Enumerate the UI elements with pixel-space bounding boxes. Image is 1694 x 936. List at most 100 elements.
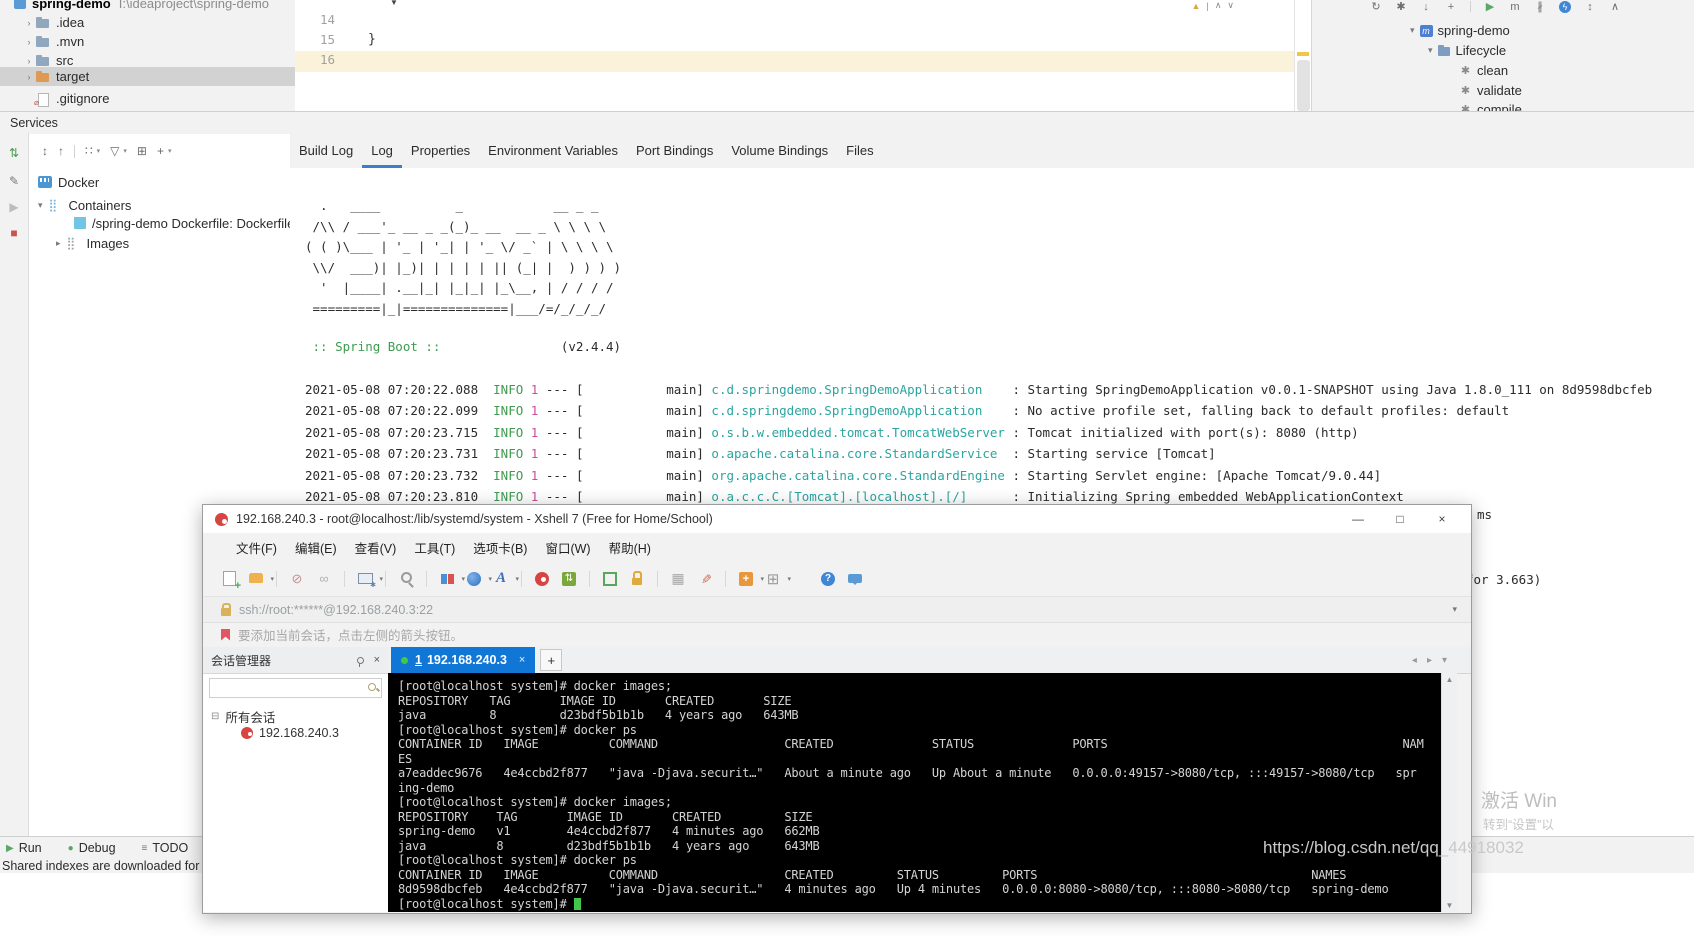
tab-files[interactable]: Files bbox=[837, 133, 882, 168]
services-item[interactable]: /spring-demo Dockerfile: Dockerfile bbox=[74, 213, 294, 233]
chat-icon[interactable] bbox=[845, 569, 865, 589]
maven-item-spring-demo[interactable]: ▾mspring-demo bbox=[1410, 21, 1510, 40]
terminal-tab-active[interactable]: 1 192.168.240.3 × bbox=[391, 647, 535, 673]
web-browser-icon[interactable]: ▾ bbox=[464, 569, 484, 589]
scroll-down-icon[interactable]: ▼ bbox=[1442, 901, 1457, 910]
add-icon[interactable]: + bbox=[1445, 1, 1457, 13]
tab-volume-bindings[interactable]: Volume Bindings bbox=[722, 133, 837, 168]
menu-帮助(H)[interactable]: 帮助(H) bbox=[602, 538, 658, 557]
stop-icon[interactable]: ■ bbox=[0, 226, 28, 240]
maximize-button[interactable]: □ bbox=[1379, 505, 1421, 533]
services-toolwindow-header[interactable]: Services bbox=[0, 111, 1694, 134]
terminal-scrollbar[interactable]: ▲ ▼ bbox=[1441, 673, 1457, 912]
debug-toolwindow-button[interactable]: ●Debug bbox=[68, 841, 116, 855]
layout-compose-icon[interactable]: ▾ bbox=[437, 569, 457, 589]
run-toolwindow-button[interactable]: ▶Run bbox=[6, 841, 42, 855]
fold-marker-icon[interactable]: ▼ bbox=[390, 0, 398, 7]
project-item-.gitignore[interactable]: .gitignore bbox=[0, 89, 295, 108]
project-root-row[interactable]: spring-demo I:\ideaproject\spring-demo bbox=[14, 0, 269, 12]
session-search-input[interactable] bbox=[209, 678, 382, 698]
group-by-icon[interactable]: ∷ bbox=[85, 144, 93, 158]
tab-port-bindings[interactable]: Port Bindings bbox=[627, 133, 722, 168]
session-node[interactable]: 192.168.240.3 bbox=[241, 726, 339, 740]
xftp-app-icon[interactable] bbox=[559, 569, 579, 589]
chevron-down-icon[interactable]: ▾ bbox=[38, 200, 43, 211]
xshell-titlebar[interactable]: 192.168.240.3 - root@localhost:/lib/syst… bbox=[203, 505, 1471, 533]
tab-scroll-right-icon[interactable]: ▸ bbox=[1427, 655, 1432, 666]
tab-close-icon[interactable]: × bbox=[519, 654, 525, 666]
tab-log[interactable]: Log bbox=[362, 133, 402, 168]
maven-item-Lifecycle[interactable]: ▾Lifecycle bbox=[1428, 41, 1506, 60]
tab-properties[interactable]: Properties bbox=[402, 133, 479, 168]
new-tab-button[interactable]: + bbox=[540, 649, 562, 671]
menu-查看(V)[interactable]: 查看(V) bbox=[348, 538, 404, 557]
collapse-all-icon[interactable]: ↑ bbox=[58, 144, 64, 158]
project-item-target[interactable]: ›target bbox=[0, 67, 295, 86]
highlighter-icon[interactable] bbox=[695, 569, 715, 589]
inspections-widget[interactable]: ▲|∧∨ bbox=[1192, 0, 1234, 11]
services-item[interactable]: Docker bbox=[38, 172, 99, 192]
keyboard-icon[interactable] bbox=[668, 569, 688, 589]
open-folder-icon[interactable]: ▾ bbox=[246, 569, 266, 589]
fullscreen-icon[interactable] bbox=[600, 569, 620, 589]
pin-icon[interactable] bbox=[357, 657, 364, 664]
collapse-all-icon[interactable]: ∧ bbox=[1609, 0, 1621, 13]
editor[interactable]: 141516 } ▼ ▲|∧∨ bbox=[295, 0, 1294, 111]
maven-item-validate[interactable]: ✱validate bbox=[1459, 81, 1522, 100]
run-disabled-icon[interactable]: ▶ bbox=[0, 200, 28, 214]
execute-goal-icon[interactable]: ϟ bbox=[1559, 1, 1571, 13]
new-frame-icon[interactable]: ⊞ bbox=[137, 144, 147, 158]
menu-编辑(E)[interactable]: 编辑(E) bbox=[288, 538, 344, 557]
skip-tests-icon[interactable]: ∦ bbox=[1534, 0, 1546, 13]
expand-all-icon[interactable]: ↕ bbox=[1584, 1, 1596, 13]
edit-configuration-icon[interactable]: ✎ bbox=[0, 174, 28, 188]
maven-item-compile[interactable]: ✱compile bbox=[1459, 100, 1522, 111]
menu-窗口(W)[interactable]: 窗口(W) bbox=[538, 538, 597, 557]
add-service-icon[interactable]: + bbox=[157, 144, 164, 158]
xshell-app-icon[interactable] bbox=[532, 569, 552, 589]
chevron-down-icon[interactable]: ▾ bbox=[1428, 45, 1433, 56]
terminal[interactable]: [root@localhost system]# docker images; … bbox=[388, 673, 1441, 912]
find-icon[interactable] bbox=[396, 569, 416, 589]
menu-文件(F)[interactable]: 文件(F) bbox=[229, 538, 284, 557]
window-layout-icon[interactable]: ▾ bbox=[763, 569, 783, 589]
scroll-up-icon[interactable]: ▲ bbox=[1442, 675, 1457, 684]
session-manager-header[interactable]: 会话管理器 × bbox=[203, 647, 388, 674]
next-problem-icon[interactable]: ∨ bbox=[1227, 0, 1234, 11]
deploy-icon[interactable]: ⇅ bbox=[0, 146, 28, 160]
maven-item-clean[interactable]: ✱clean bbox=[1459, 61, 1508, 80]
address-dropdown-icon[interactable]: ▾ bbox=[1452, 604, 1457, 615]
collapse-box-icon[interactable]: ⊟ bbox=[211, 711, 219, 722]
menu-工具(T)[interactable]: 工具(T) bbox=[407, 538, 462, 557]
services-item[interactable]: ▸⣿Images bbox=[56, 233, 129, 253]
editor-scrollbar[interactable] bbox=[1294, 0, 1312, 111]
font-icon[interactable]: ▾ bbox=[491, 569, 511, 589]
tab-build-log[interactable]: Build Log bbox=[290, 133, 362, 168]
expand-all-icon[interactable]: ↕ bbox=[42, 144, 48, 158]
new-session-icon[interactable] bbox=[219, 569, 239, 589]
prev-problem-icon[interactable]: ∧ bbox=[1215, 0, 1222, 11]
sync-icon[interactable]: ↻ bbox=[1370, 0, 1382, 13]
services-item[interactable]: ▾⣿Containers bbox=[38, 195, 131, 215]
disconnect-icon[interactable] bbox=[287, 569, 307, 589]
minimize-button[interactable]: — bbox=[1337, 505, 1379, 533]
all-sessions-node[interactable]: ⊟ 所有会话 bbox=[211, 707, 275, 726]
project-item-.mvn[interactable]: ›.mvn bbox=[0, 32, 295, 51]
todo-toolwindow-button[interactable]: ≡TODO bbox=[142, 841, 189, 855]
settings-icon[interactable]: ✱ bbox=[1395, 0, 1407, 13]
project-item-.idea[interactable]: ›.idea bbox=[0, 13, 295, 32]
chevron-down-icon[interactable]: ▾ bbox=[1410, 25, 1415, 36]
maven-m-icon[interactable]: m bbox=[1509, 1, 1521, 13]
session-properties-icon[interactable]: ▾ bbox=[355, 569, 375, 589]
tab-list-dropdown-icon[interactable]: ▾ bbox=[1442, 655, 1447, 666]
tab-environment-variables[interactable]: Environment Variables bbox=[479, 133, 627, 168]
close-panel-icon[interactable]: × bbox=[374, 654, 380, 666]
new-file-icon[interactable]: ▾ bbox=[736, 569, 756, 589]
close-button[interactable]: × bbox=[1421, 505, 1463, 533]
lock-icon[interactable] bbox=[627, 569, 647, 589]
tab-scroll-left-icon[interactable]: ◂ bbox=[1412, 655, 1417, 666]
run-icon[interactable]: ▶ bbox=[1484, 0, 1496, 13]
help-icon[interactable] bbox=[818, 569, 838, 589]
scrollbar-thumb[interactable] bbox=[1297, 60, 1310, 111]
download-sources-icon[interactable]: ↓ bbox=[1420, 1, 1432, 13]
